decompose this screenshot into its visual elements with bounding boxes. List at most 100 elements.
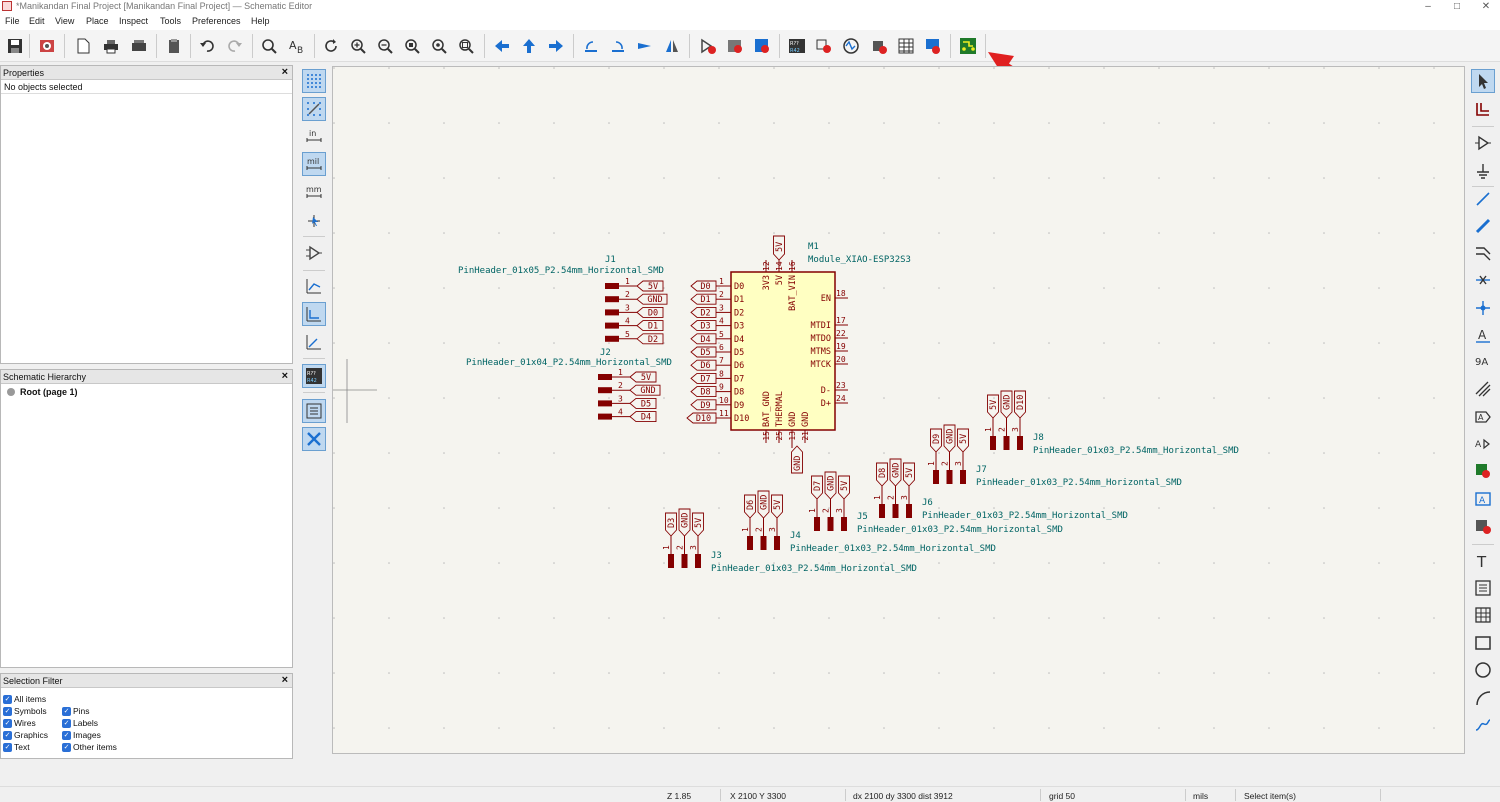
print-icon[interactable] bbox=[100, 35, 122, 57]
plot-icon[interactable] bbox=[128, 35, 150, 57]
schematic-canvas[interactable]: M1 Module_XIAO-ESP32S3 1 D0 D0 2 D1 D1 3 D2 D2 4 D… bbox=[332, 66, 1465, 754]
status-zoom: Z 1.85 bbox=[667, 791, 692, 801]
undo-icon[interactable] bbox=[196, 35, 218, 57]
close-hierarchy-icon[interactable]: × bbox=[282, 370, 288, 382]
close-filter-icon[interactable]: × bbox=[282, 674, 288, 686]
arrow-up-icon[interactable] bbox=[518, 35, 540, 57]
annotate-icon[interactable] bbox=[751, 35, 773, 57]
add-bus-icon[interactable] bbox=[1471, 214, 1495, 238]
hierarchy-panel: Schematic Hierarchy × Root (page 1) bbox=[0, 369, 293, 668]
open-pcb-editor-icon[interactable] bbox=[957, 35, 979, 57]
properties-toggle-icon[interactable] bbox=[302, 427, 326, 451]
mirror-horizontal-icon[interactable] bbox=[661, 35, 683, 57]
close-properties-icon[interactable]: × bbox=[282, 66, 288, 78]
filter-wires[interactable]: ✓ Wires bbox=[3, 718, 36, 728]
filter-images[interactable]: ✓ Images bbox=[62, 730, 101, 740]
bus-entry-icon[interactable] bbox=[1471, 241, 1495, 265]
filter-all-items[interactable]: ✓ All items bbox=[3, 694, 46, 704]
add-sheet-pin-icon[interactable] bbox=[1471, 514, 1495, 538]
cursor-crosshair-icon[interactable] bbox=[302, 209, 326, 233]
grid-overrides-icon[interactable] bbox=[302, 97, 326, 121]
units-inch-icon[interactable]: in bbox=[302, 124, 326, 148]
page-settings-icon[interactable] bbox=[72, 35, 94, 57]
refresh-icon[interactable] bbox=[320, 35, 342, 57]
find-replace-icon[interactable]: AB bbox=[286, 35, 308, 57]
add-arc-icon[interactable] bbox=[1471, 686, 1495, 710]
symbol-library-browser-icon[interactable] bbox=[724, 35, 746, 57]
bom-generator-icon[interactable] bbox=[922, 35, 944, 57]
arrow-left-icon[interactable] bbox=[491, 35, 513, 57]
add-rectangle-icon[interactable] bbox=[1471, 631, 1495, 655]
menu-file[interactable]: File bbox=[5, 16, 20, 26]
close-icon[interactable]: ✕ bbox=[1472, 0, 1500, 14]
zoom-out-icon[interactable] bbox=[374, 35, 396, 57]
redo-icon[interactable] bbox=[224, 35, 246, 57]
menu-edit[interactable]: Edit bbox=[29, 16, 45, 26]
add-textbox-icon[interactable] bbox=[1471, 576, 1495, 600]
add-circle-icon[interactable] bbox=[1471, 658, 1495, 682]
add-table-icon[interactable] bbox=[1471, 603, 1495, 627]
filter-pins[interactable]: ✓ Pins bbox=[62, 706, 90, 716]
simulator-icon[interactable] bbox=[840, 35, 862, 57]
zoom-in-icon[interactable] bbox=[347, 35, 369, 57]
find-icon[interactable] bbox=[258, 35, 280, 57]
paste-icon[interactable] bbox=[163, 35, 185, 57]
symbol-editor-icon[interactable] bbox=[697, 35, 719, 57]
symbol-fields-table-icon[interactable] bbox=[895, 35, 917, 57]
add-wire-icon[interactable] bbox=[1471, 187, 1495, 211]
add-net-class-icon[interactable]: 9A bbox=[1471, 349, 1495, 373]
units-mm-icon[interactable]: mm bbox=[302, 180, 326, 204]
filter-text[interactable]: ✓ Text bbox=[3, 742, 30, 752]
rotate-cw-icon[interactable] bbox=[607, 35, 629, 57]
menu-help[interactable]: Help bbox=[251, 16, 270, 26]
zoom-area-icon[interactable] bbox=[455, 35, 477, 57]
minimize-icon[interactable]: – bbox=[1414, 0, 1442, 14]
menu-inspect[interactable]: Inspect bbox=[119, 16, 148, 26]
erc-icon[interactable] bbox=[813, 35, 835, 57]
pin-name: D+ bbox=[821, 399, 831, 409]
highlight-net-icon[interactable] bbox=[1471, 97, 1495, 121]
schematic-setup-icon[interactable] bbox=[36, 35, 58, 57]
menu-preferences[interactable]: Preferences bbox=[192, 16, 241, 26]
rotate-ccw-icon[interactable] bbox=[580, 35, 602, 57]
filter-graphics[interactable]: ✓ Graphics bbox=[3, 730, 48, 740]
wire-90-degree-icon[interactable] bbox=[302, 302, 326, 326]
junction-icon[interactable] bbox=[1471, 296, 1495, 320]
add-symbol-icon[interactable] bbox=[1471, 131, 1495, 155]
net-label-text: D1 bbox=[648, 322, 658, 332]
add-bezier-icon[interactable] bbox=[1471, 713, 1495, 737]
annotation-toggle-icon[interactable]: R?? R42 bbox=[302, 364, 326, 388]
add-power-icon[interactable] bbox=[1471, 159, 1495, 183]
hierarchy-navigator-icon[interactable] bbox=[302, 399, 326, 423]
pin-number: 22 bbox=[836, 329, 846, 338]
hidden-pins-icon[interactable] bbox=[302, 241, 326, 265]
add-label-icon[interactable]: A bbox=[1471, 323, 1495, 347]
mirror-vertical-icon[interactable] bbox=[634, 35, 656, 57]
grid-dots-icon[interactable] bbox=[302, 69, 326, 93]
menu-tools[interactable]: Tools bbox=[160, 16, 181, 26]
add-hier-label-icon[interactable]: A bbox=[1471, 432, 1495, 456]
save-icon[interactable] bbox=[4, 35, 26, 57]
filter-labels[interactable]: ✓ Labels bbox=[62, 718, 98, 728]
add-global-label-icon[interactable]: A bbox=[1471, 405, 1495, 429]
zoom-fit-icon[interactable] bbox=[401, 35, 423, 57]
wire-45-degree-icon[interactable] bbox=[302, 330, 326, 354]
filter-symbols[interactable]: ✓ Symbols bbox=[3, 706, 47, 716]
footprint-assign-icon[interactable] bbox=[868, 35, 890, 57]
no-connect-icon[interactable] bbox=[1471, 268, 1495, 292]
select-tool-icon[interactable] bbox=[1471, 69, 1495, 93]
menu-place[interactable]: Place bbox=[86, 16, 109, 26]
add-hier-sheet-icon[interactable] bbox=[1471, 459, 1495, 483]
menu-view[interactable]: View bbox=[55, 16, 74, 26]
hierarchy-root-item[interactable]: Root (page 1) bbox=[1, 384, 292, 400]
zoom-objects-icon[interactable] bbox=[428, 35, 450, 57]
filter-other-items[interactable]: ✓ Other items bbox=[62, 742, 117, 752]
maximize-icon[interactable]: □ bbox=[1443, 0, 1471, 14]
arrow-right-icon[interactable] bbox=[545, 35, 567, 57]
add-text-icon[interactable]: T bbox=[1471, 549, 1495, 573]
wire-free-angle-icon[interactable] bbox=[302, 274, 326, 298]
annotation-icon[interactable]: R?? R42 bbox=[786, 35, 808, 57]
add-directive-icon[interactable] bbox=[1471, 377, 1495, 401]
units-mil-icon[interactable]: mil bbox=[302, 152, 326, 176]
import-sheet-pin-icon[interactable]: A bbox=[1471, 487, 1495, 511]
